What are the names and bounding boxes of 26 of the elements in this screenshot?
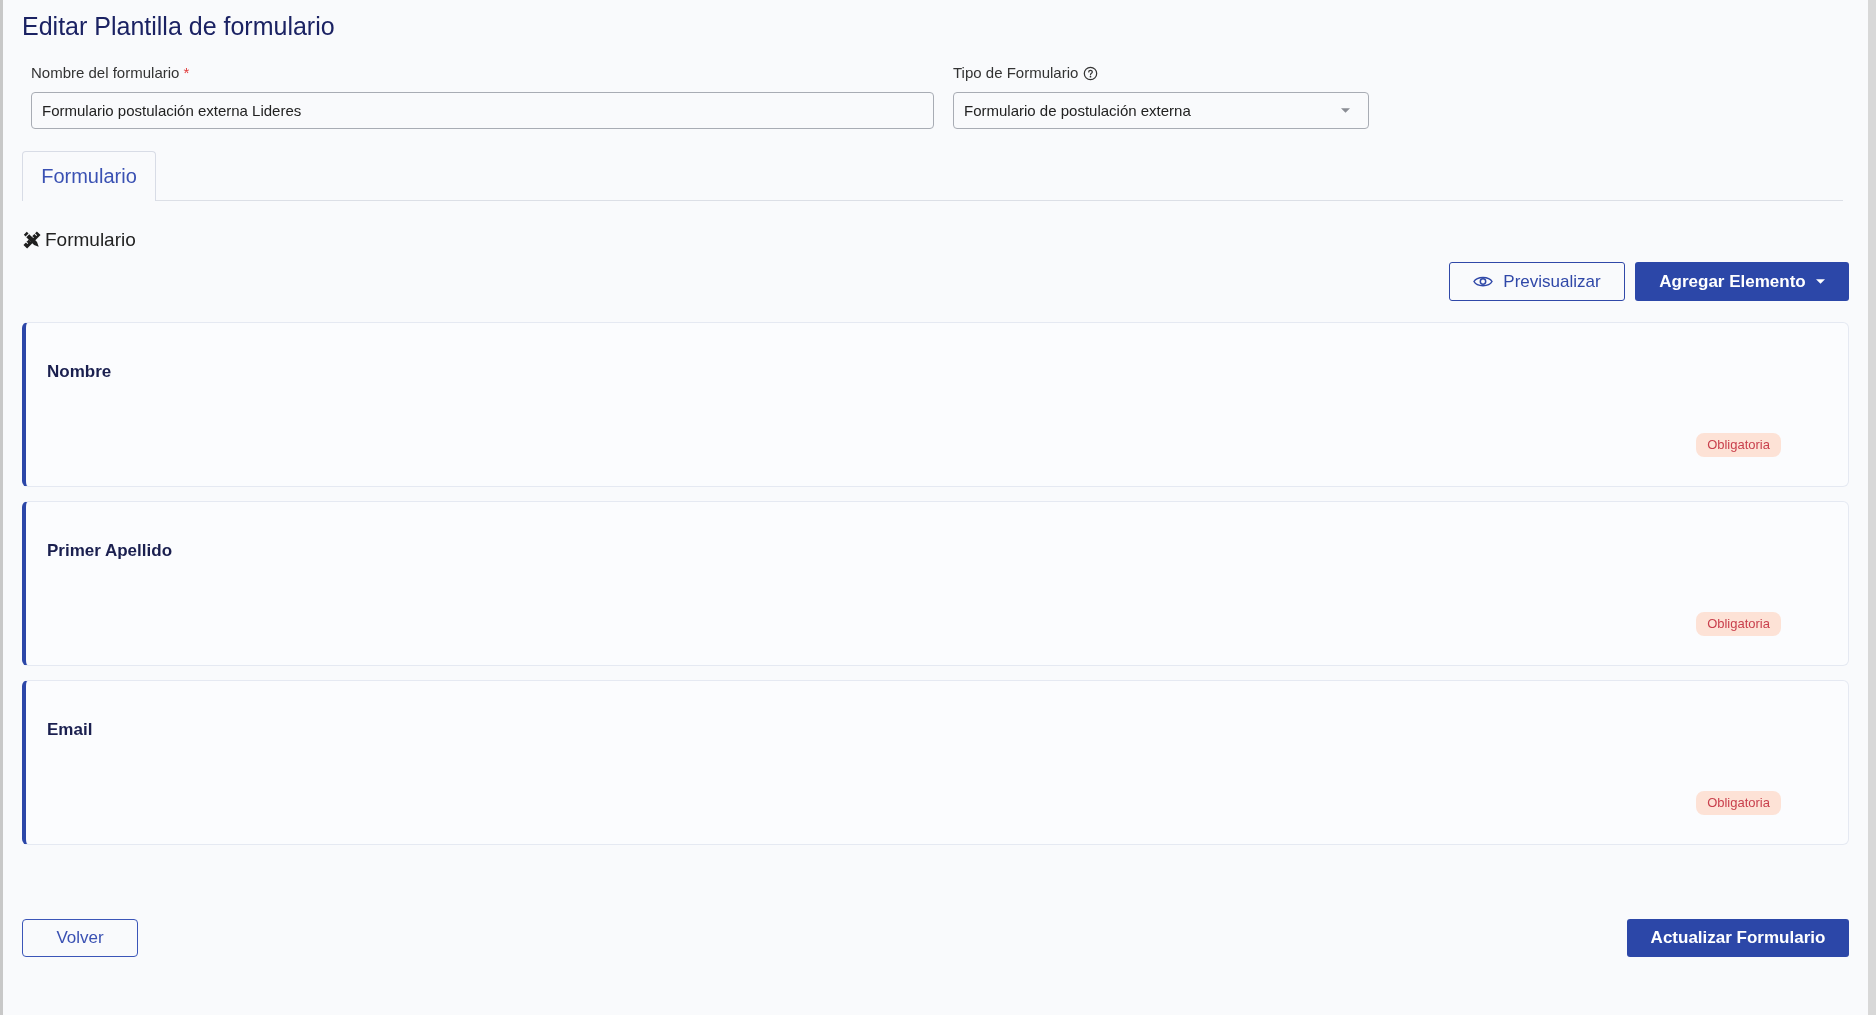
form-type-select[interactable]: Formulario de postulación externa — [953, 92, 1369, 129]
preview-button[interactable]: Previsualizar — [1449, 262, 1625, 301]
form-name-input[interactable]: Formulario postulación externa Lideres — [31, 92, 934, 129]
tab[interactable]: Formulario — [22, 151, 156, 201]
pencil-ruler-icon — [22, 230, 42, 250]
required-badge: Obligatoria — [1696, 791, 1781, 815]
element-title: Nombre — [47, 361, 112, 383]
field-label: Tipo de Formulario — [953, 63, 1079, 83]
required-asterisk: * — [183, 63, 190, 83]
form-element-card[interactable]: Nombre Obligatoria — [22, 322, 1849, 487]
eye-icon — [1473, 275, 1494, 288]
required-badge: Obligatoria — [1696, 433, 1781, 457]
form-element-card[interactable]: Email Obligatoria — [22, 680, 1849, 845]
caret-icon — [1815, 279, 1825, 284]
page-title: Editar Plantilla de formulario — [22, 11, 336, 42]
caret-icon — [1341, 108, 1350, 113]
field-label: Nombre del formulario — [31, 63, 180, 83]
add-element-button[interactable]: Agregar Elemento — [1635, 262, 1849, 301]
form-element-card[interactable]: Primer Apellido Obligatoria — [22, 501, 1849, 666]
element-title: Email — [47, 719, 93, 741]
help-icon[interactable] — [1083, 65, 1099, 81]
back-button[interactable]: Volver — [22, 919, 138, 957]
update-form-button[interactable]: Actualizar Formulario — [1627, 919, 1849, 957]
element-title: Primer Apellido — [47, 540, 172, 562]
section-title: Formulario — [45, 228, 136, 252]
required-badge: Obligatoria — [1696, 612, 1781, 636]
